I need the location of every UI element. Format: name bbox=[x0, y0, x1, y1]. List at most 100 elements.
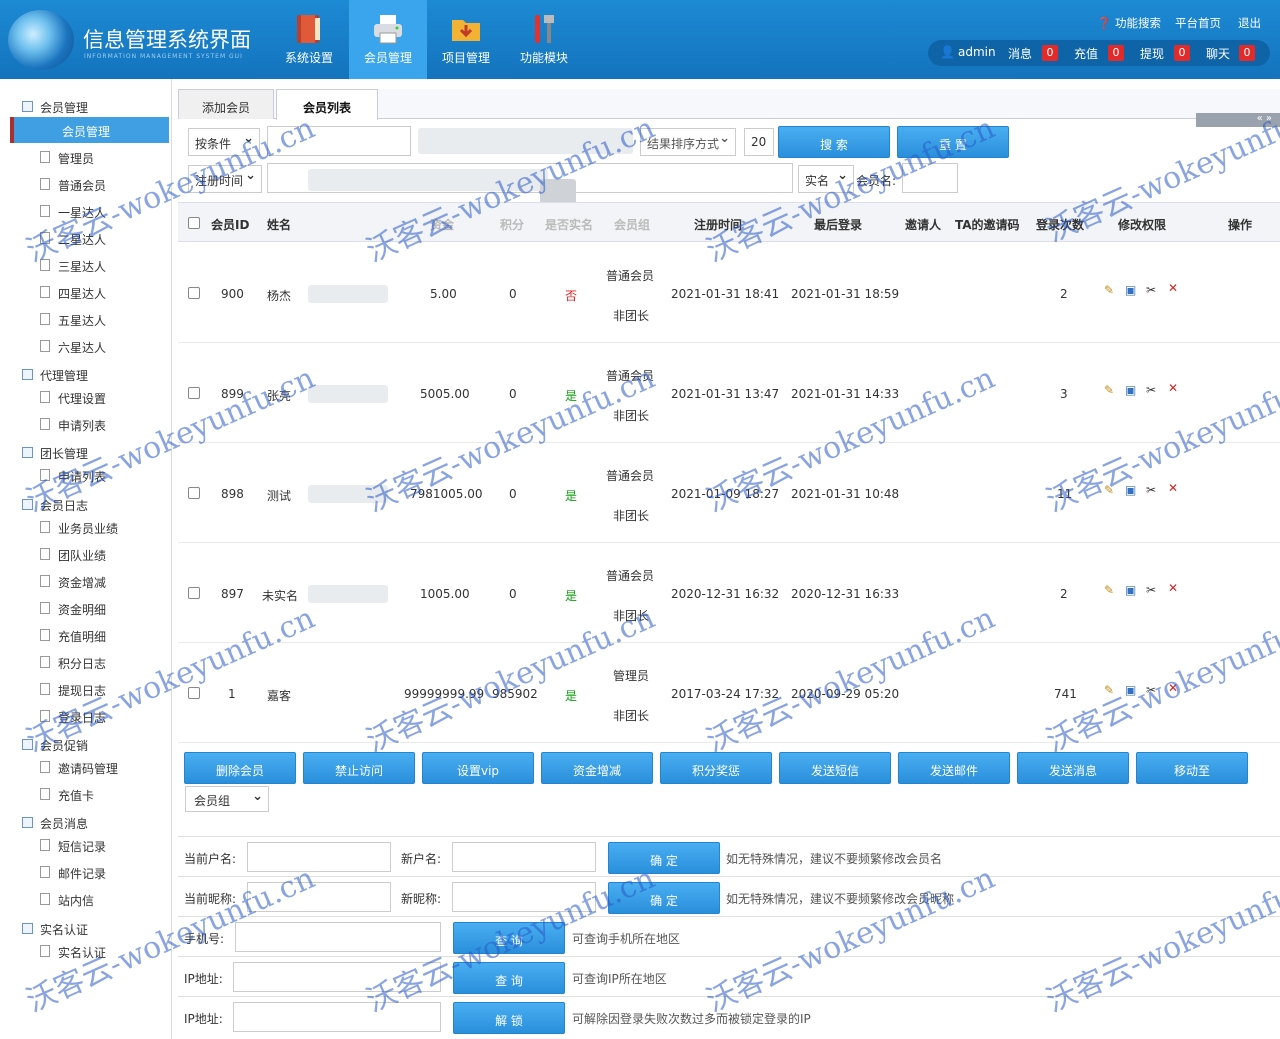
edit-pencil-icon[interactable]: ✎ bbox=[1104, 583, 1114, 597]
tab-member-list[interactable]: 会员列表 bbox=[276, 89, 378, 120]
withdraw-link[interactable]: 提现 bbox=[1140, 45, 1164, 62]
select-all-checkbox[interactable] bbox=[188, 217, 200, 229]
new-nick-input[interactable] bbox=[452, 882, 596, 912]
delete-icon[interactable]: ✕ bbox=[1168, 581, 1178, 595]
sidebar-group-realname[interactable]: 实名认证 bbox=[22, 921, 88, 938]
reset-button[interactable]: 重 置 bbox=[897, 126, 1009, 158]
tools-icon[interactable]: ✂ bbox=[1146, 583, 1156, 597]
nav-member-management[interactable]: 会员管理 bbox=[349, 0, 427, 79]
sidebar-group-agent[interactable]: 代理管理 bbox=[22, 367, 88, 384]
logout-link[interactable]: 退出 bbox=[1238, 15, 1261, 31]
sidebar-item[interactable]: 管理员 bbox=[40, 150, 94, 167]
page-size-input[interactable]: 20 bbox=[744, 128, 774, 156]
tools-icon[interactable]: ✂ bbox=[1146, 483, 1156, 497]
sidebar-item[interactable]: 积分日志 bbox=[40, 655, 106, 672]
funds-adjust-button[interactable]: 资金增减 bbox=[541, 752, 653, 784]
document-icon[interactable]: ▣ bbox=[1125, 383, 1136, 397]
sidebar-item[interactable]: 邀请码管理 bbox=[40, 760, 118, 777]
sidebar-item[interactable]: 六星达人 bbox=[40, 339, 106, 356]
phone-input[interactable] bbox=[235, 922, 441, 952]
row-checkbox[interactable] bbox=[188, 287, 200, 299]
document-icon[interactable]: ▣ bbox=[1125, 283, 1136, 297]
ban-access-button[interactable]: 禁止访问 bbox=[303, 752, 415, 784]
sidebar-item[interactable]: 三星达人 bbox=[40, 258, 106, 275]
current-username-input[interactable] bbox=[247, 842, 391, 872]
tools-icon[interactable]: ✂ bbox=[1146, 383, 1156, 397]
delete-icon[interactable]: ✕ bbox=[1168, 381, 1178, 395]
ip-input[interactable] bbox=[233, 962, 441, 992]
chat-link[interactable]: 聊天 bbox=[1206, 45, 1230, 62]
send-sms-button[interactable]: 发送短信 bbox=[779, 752, 891, 784]
edit-pencil-icon[interactable]: ✎ bbox=[1104, 483, 1114, 497]
ip-query-button[interactable]: 查 询 bbox=[453, 962, 565, 994]
row-checkbox[interactable] bbox=[188, 687, 200, 699]
delete-icon[interactable]: ✕ bbox=[1168, 481, 1178, 495]
edit-pencil-icon[interactable]: ✎ bbox=[1104, 283, 1114, 297]
sidebar-item[interactable]: 站内信 bbox=[40, 892, 94, 909]
sidebar-item[interactable]: 充值卡 bbox=[40, 787, 94, 804]
sidebar-item[interactable]: 资金明细 bbox=[40, 601, 106, 618]
sidebar-item[interactable]: 一星达人 bbox=[40, 204, 106, 221]
member-group-select[interactable]: 会员组 bbox=[185, 786, 269, 812]
document-icon[interactable]: ▣ bbox=[1125, 483, 1136, 497]
sidebar-group-team[interactable]: 团长管理 bbox=[22, 445, 88, 462]
ip-unlock-input[interactable] bbox=[233, 1002, 441, 1032]
row-checkbox[interactable] bbox=[188, 487, 200, 499]
help-search-link[interactable]: ❓ 功能搜索 bbox=[1097, 15, 1161, 31]
row-checkbox[interactable] bbox=[188, 387, 200, 399]
edit-pencil-icon[interactable]: ✎ bbox=[1104, 683, 1114, 697]
pager-arrows[interactable]: « » bbox=[1196, 113, 1280, 127]
sidebar-item[interactable]: 业务员业绩 bbox=[40, 520, 118, 537]
sidebar-item[interactable]: 邮件记录 bbox=[40, 865, 106, 882]
tab-add-member[interactable]: 添加会员 bbox=[178, 89, 274, 119]
tools-icon[interactable]: ✂ bbox=[1146, 283, 1156, 297]
move-to-button[interactable]: 移动至 bbox=[1136, 752, 1248, 784]
sidebar-item-member-management-active[interactable]: 会员管理 bbox=[10, 117, 169, 143]
sidebar-item[interactable]: 代理设置 bbox=[40, 390, 106, 407]
nav-system-settings[interactable]: 系统设置 bbox=[270, 0, 348, 79]
search-button[interactable]: 搜 索 bbox=[778, 126, 890, 158]
sidebar-item[interactable]: 申请列表 bbox=[40, 417, 106, 434]
confirm-nick-button[interactable]: 确 定 bbox=[608, 882, 720, 914]
points-reward-button[interactable]: 积分奖惩 bbox=[660, 752, 772, 784]
current-nick-input[interactable] bbox=[247, 882, 391, 912]
sidebar-item[interactable]: 五星达人 bbox=[40, 312, 106, 329]
ip-unlock-button[interactable]: 解 锁 bbox=[453, 1002, 565, 1034]
username-input[interactable] bbox=[902, 163, 958, 193]
sidebar-item[interactable]: 实名认证 bbox=[40, 944, 106, 961]
regtime-select[interactable]: 注册时间 bbox=[188, 165, 262, 193]
sidebar-item[interactable]: 二星达人 bbox=[40, 231, 106, 248]
tools-icon[interactable]: ✂ bbox=[1146, 683, 1156, 697]
send-message-button[interactable]: 发送消息 bbox=[1017, 752, 1129, 784]
edit-pencil-icon[interactable]: ✎ bbox=[1104, 383, 1114, 397]
phone-query-button[interactable]: 查 询 bbox=[453, 922, 565, 954]
sidebar-item[interactable]: 申请列表 bbox=[40, 468, 106, 485]
new-username-input[interactable] bbox=[452, 842, 596, 872]
set-vip-button[interactable]: 设置vip bbox=[422, 752, 534, 784]
delete-member-button[interactable]: 删除会员 bbox=[184, 752, 296, 784]
row-checkbox[interactable] bbox=[188, 587, 200, 599]
sidebar-group-message[interactable]: 会员消息 bbox=[22, 815, 88, 832]
nav-function-module[interactable]: 功能模块 bbox=[505, 0, 583, 79]
document-icon[interactable]: ▣ bbox=[1125, 683, 1136, 697]
sidebar-item[interactable]: 四星达人 bbox=[40, 285, 106, 302]
delete-icon[interactable]: ✕ bbox=[1168, 681, 1178, 695]
send-email-button[interactable]: 发送邮件 bbox=[898, 752, 1010, 784]
messages-link[interactable]: 消息 bbox=[1008, 45, 1032, 62]
realname-select[interactable]: 实名 bbox=[798, 165, 854, 193]
platform-home-link[interactable]: 平台首页 bbox=[1175, 15, 1221, 31]
sidebar-item[interactable]: 团队业绩 bbox=[40, 547, 106, 564]
recharge-link[interactable]: 充值 bbox=[1074, 45, 1098, 62]
sort-select[interactable]: 结果排序方式 bbox=[640, 128, 736, 156]
sidebar-item[interactable]: 短信记录 bbox=[40, 838, 106, 855]
condition-select[interactable]: 按条件 bbox=[188, 128, 260, 156]
confirm-username-button[interactable]: 确 定 bbox=[608, 842, 720, 874]
document-icon[interactable]: ▣ bbox=[1125, 583, 1136, 597]
sidebar-item[interactable]: 普通会员 bbox=[40, 177, 106, 194]
sidebar-group-member[interactable]: 会员管理 bbox=[22, 99, 88, 116]
sidebar-item[interactable]: 登录日志 bbox=[40, 709, 106, 726]
sidebar-item[interactable]: 提现日志 bbox=[40, 682, 106, 699]
sidebar-group-promo[interactable]: 会员促销 bbox=[22, 737, 88, 754]
nav-project-management[interactable]: 项目管理 bbox=[427, 0, 505, 79]
keyword-input[interactable] bbox=[267, 126, 411, 156]
